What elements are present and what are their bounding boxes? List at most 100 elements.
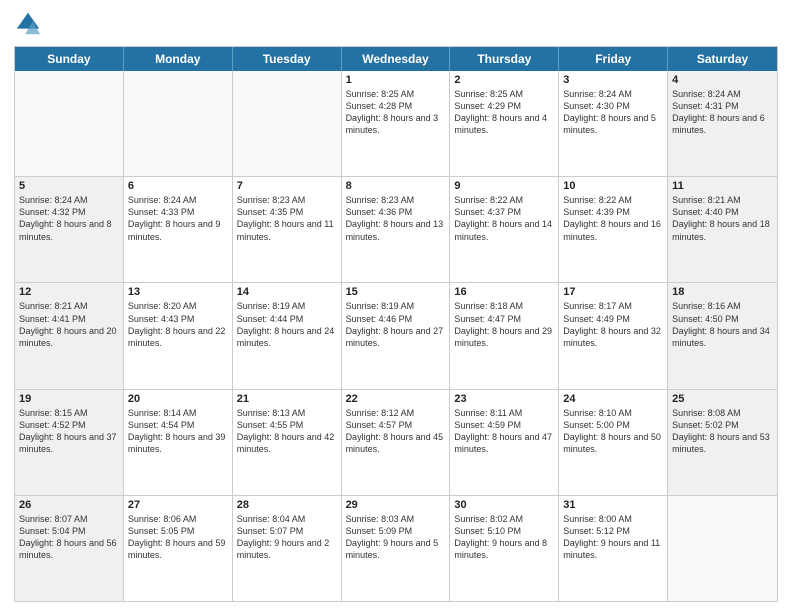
- calendar-header: SundayMondayTuesdayWednesdayThursdayFrid…: [15, 47, 777, 71]
- cell-info: Sunrise: 8:25 AM Sunset: 4:29 PM Dayligh…: [454, 88, 554, 137]
- day-number: 3: [563, 74, 663, 86]
- calendar-cell: 8 Sunrise: 8:23 AM Sunset: 4:36 PM Daylig…: [342, 177, 451, 282]
- calendar-row-4: 26 Sunrise: 8:07 AM Sunset: 5:04 PM Dayli…: [15, 495, 777, 601]
- cell-info: Sunrise: 8:24 AM Sunset: 4:30 PM Dayligh…: [563, 88, 663, 137]
- calendar-cell: 10 Sunrise: 8:22 AM Sunset: 4:39 PM Dayli…: [559, 177, 668, 282]
- page: SundayMondayTuesdayWednesdayThursdayFrid…: [0, 0, 792, 612]
- day-number: 26: [19, 499, 119, 511]
- calendar-cell: 17 Sunrise: 8:17 AM Sunset: 4:49 PM Dayli…: [559, 283, 668, 388]
- calendar-cell: 23Sunrise: 8:11 AM Sunset: 4:59 PM Dayli…: [450, 390, 559, 495]
- calendar-cell: [233, 71, 342, 176]
- calendar-cell: 15 Sunrise: 8:19 AM Sunset: 4:46 PM Dayli…: [342, 283, 451, 388]
- cell-info: Sunrise: 8:13 AM Sunset: 4:55 PM Dayligh…: [237, 407, 337, 456]
- logo-icon: [14, 10, 42, 38]
- cell-info: Sunrise: 8:24 AM Sunset: 4:33 PM Dayligh…: [128, 194, 228, 243]
- calendar-cell: 14 Sunrise: 8:19 AM Sunset: 4:44 PM Dayli…: [233, 283, 342, 388]
- day-header-saturday: Saturday: [668, 47, 777, 71]
- calendar-cell: [15, 71, 124, 176]
- calendar-cell: 12 Sunrise: 8:21 AM Sunset: 4:41 PM Dayli…: [15, 283, 124, 388]
- header: [14, 10, 778, 38]
- day-number: 19: [19, 393, 119, 405]
- calendar-cell: 21Sunrise: 8:13 AM Sunset: 4:55 PM Dayli…: [233, 390, 342, 495]
- day-number: 27: [128, 499, 228, 511]
- cell-info: Sunrise: 8:18 AM Sunset: 4:47 PM Dayligh…: [454, 300, 554, 349]
- day-number: 22: [346, 393, 446, 405]
- cell-info: Sunrise: 8:23 AM Sunset: 4:36 PM Dayligh…: [346, 194, 446, 243]
- day-number: 12: [19, 286, 119, 298]
- day-number: 2: [454, 74, 554, 86]
- calendar-cell: [124, 71, 233, 176]
- day-number: 14: [237, 286, 337, 298]
- calendar-body: 1 Sunrise: 8:25 AM Sunset: 4:28 PM Daylig…: [15, 71, 777, 601]
- day-number: 25: [672, 393, 773, 405]
- calendar-cell: 5 Sunrise: 8:24 AM Sunset: 4:32 PM Daylig…: [15, 177, 124, 282]
- cell-info: Sunrise: 8:25 AM Sunset: 4:28 PM Dayligh…: [346, 88, 446, 137]
- calendar-cell: 1 Sunrise: 8:25 AM Sunset: 4:28 PM Daylig…: [342, 71, 451, 176]
- calendar-cell: 30 Sunrise: 8:02 AM Sunset: 5:10 PM Dayli…: [450, 496, 559, 601]
- day-number: 10: [563, 180, 663, 192]
- calendar-cell: 9 Sunrise: 8:22 AM Sunset: 4:37 PM Daylig…: [450, 177, 559, 282]
- day-header-wednesday: Wednesday: [342, 47, 451, 71]
- calendar-cell: 27 Sunrise: 8:06 AM Sunset: 5:05 PM Dayli…: [124, 496, 233, 601]
- calendar-cell: 31 Sunrise: 8:00 AM Sunset: 5:12 PM Dayli…: [559, 496, 668, 601]
- day-number: 15: [346, 286, 446, 298]
- day-number: 5: [19, 180, 119, 192]
- calendar-cell: 28Sunrise: 8:04 AM Sunset: 5:07 PM Dayli…: [233, 496, 342, 601]
- cell-info: Sunrise: 8:24 AM Sunset: 4:32 PM Dayligh…: [19, 194, 119, 243]
- day-header-tuesday: Tuesday: [233, 47, 342, 71]
- day-header-sunday: Sunday: [15, 47, 124, 71]
- day-number: 6: [128, 180, 228, 192]
- day-number: 31: [563, 499, 663, 511]
- calendar-cell: 2 Sunrise: 8:25 AM Sunset: 4:29 PM Daylig…: [450, 71, 559, 176]
- day-number: 18: [672, 286, 773, 298]
- calendar-cell: 11Sunrise: 8:21 AM Sunset: 4:40 PM Dayli…: [668, 177, 777, 282]
- cell-info: Sunrise: 8:15 AM Sunset: 4:52 PM Dayligh…: [19, 407, 119, 456]
- cell-info: Sunrise: 8:21 AM Sunset: 4:41 PM Dayligh…: [19, 300, 119, 349]
- cell-info: Sunrise: 8:23 AM Sunset: 4:35 PM Dayligh…: [237, 194, 337, 243]
- calendar-cell: 4Sunrise: 8:24 AM Sunset: 4:31 PM Daylig…: [668, 71, 777, 176]
- logo: [14, 10, 46, 38]
- cell-info: Sunrise: 8:07 AM Sunset: 5:04 PM Dayligh…: [19, 513, 119, 562]
- cell-info: Sunrise: 8:24 AM Sunset: 4:31 PM Dayligh…: [672, 88, 773, 137]
- cell-info: Sunrise: 8:02 AM Sunset: 5:10 PM Dayligh…: [454, 513, 554, 562]
- calendar-cell: 3 Sunrise: 8:24 AM Sunset: 4:30 PM Daylig…: [559, 71, 668, 176]
- cell-info: Sunrise: 8:19 AM Sunset: 4:46 PM Dayligh…: [346, 300, 446, 349]
- cell-info: Sunrise: 8:22 AM Sunset: 4:37 PM Dayligh…: [454, 194, 554, 243]
- calendar-cell: 20Sunrise: 8:14 AM Sunset: 4:54 PM Dayli…: [124, 390, 233, 495]
- day-number: 8: [346, 180, 446, 192]
- cell-info: Sunrise: 8:16 AM Sunset: 4:50 PM Dayligh…: [672, 300, 773, 349]
- calendar-cell: 18 Sunrise: 8:16 AM Sunset: 4:50 PM Dayli…: [668, 283, 777, 388]
- calendar-row-1: 5 Sunrise: 8:24 AM Sunset: 4:32 PM Daylig…: [15, 176, 777, 282]
- day-number: 1: [346, 74, 446, 86]
- calendar-cell: 16 Sunrise: 8:18 AM Sunset: 4:47 PM Dayli…: [450, 283, 559, 388]
- cell-info: Sunrise: 8:12 AM Sunset: 4:57 PM Dayligh…: [346, 407, 446, 456]
- calendar-cell: 24 Sunrise: 8:10 AM Sunset: 5:00 PM Dayli…: [559, 390, 668, 495]
- cell-info: Sunrise: 8:08 AM Sunset: 5:02 PM Dayligh…: [672, 407, 773, 456]
- day-number: 30: [454, 499, 554, 511]
- cell-info: Sunrise: 8:21 AM Sunset: 4:40 PM Dayligh…: [672, 194, 773, 243]
- day-number: 29: [346, 499, 446, 511]
- calendar-cell: 19 Sunrise: 8:15 AM Sunset: 4:52 PM Dayli…: [15, 390, 124, 495]
- calendar-cell: 22 Sunrise: 8:12 AM Sunset: 4:57 PM Dayli…: [342, 390, 451, 495]
- cell-info: Sunrise: 8:10 AM Sunset: 5:00 PM Dayligh…: [563, 407, 663, 456]
- calendar: SundayMondayTuesdayWednesdayThursdayFrid…: [14, 46, 778, 602]
- day-number: 16: [454, 286, 554, 298]
- day-header-friday: Friday: [559, 47, 668, 71]
- cell-info: Sunrise: 8:00 AM Sunset: 5:12 PM Dayligh…: [563, 513, 663, 562]
- day-number: 7: [237, 180, 337, 192]
- cell-info: Sunrise: 8:17 AM Sunset: 4:49 PM Dayligh…: [563, 300, 663, 349]
- cell-info: Sunrise: 8:22 AM Sunset: 4:39 PM Dayligh…: [563, 194, 663, 243]
- calendar-cell: 13Sunrise: 8:20 AM Sunset: 4:43 PM Dayli…: [124, 283, 233, 388]
- day-number: 13: [128, 286, 228, 298]
- day-number: 24: [563, 393, 663, 405]
- day-header-thursday: Thursday: [450, 47, 559, 71]
- cell-info: Sunrise: 8:19 AM Sunset: 4:44 PM Dayligh…: [237, 300, 337, 349]
- day-number: 17: [563, 286, 663, 298]
- cell-info: Sunrise: 8:04 AM Sunset: 5:07 PM Dayligh…: [237, 513, 337, 562]
- cell-info: Sunrise: 8:06 AM Sunset: 5:05 PM Dayligh…: [128, 513, 228, 562]
- calendar-cell: 25 Sunrise: 8:08 AM Sunset: 5:02 PM Dayli…: [668, 390, 777, 495]
- cell-info: Sunrise: 8:11 AM Sunset: 4:59 PM Dayligh…: [454, 407, 554, 456]
- day-number: 9: [454, 180, 554, 192]
- calendar-row-0: 1 Sunrise: 8:25 AM Sunset: 4:28 PM Daylig…: [15, 71, 777, 176]
- calendar-cell: [668, 496, 777, 601]
